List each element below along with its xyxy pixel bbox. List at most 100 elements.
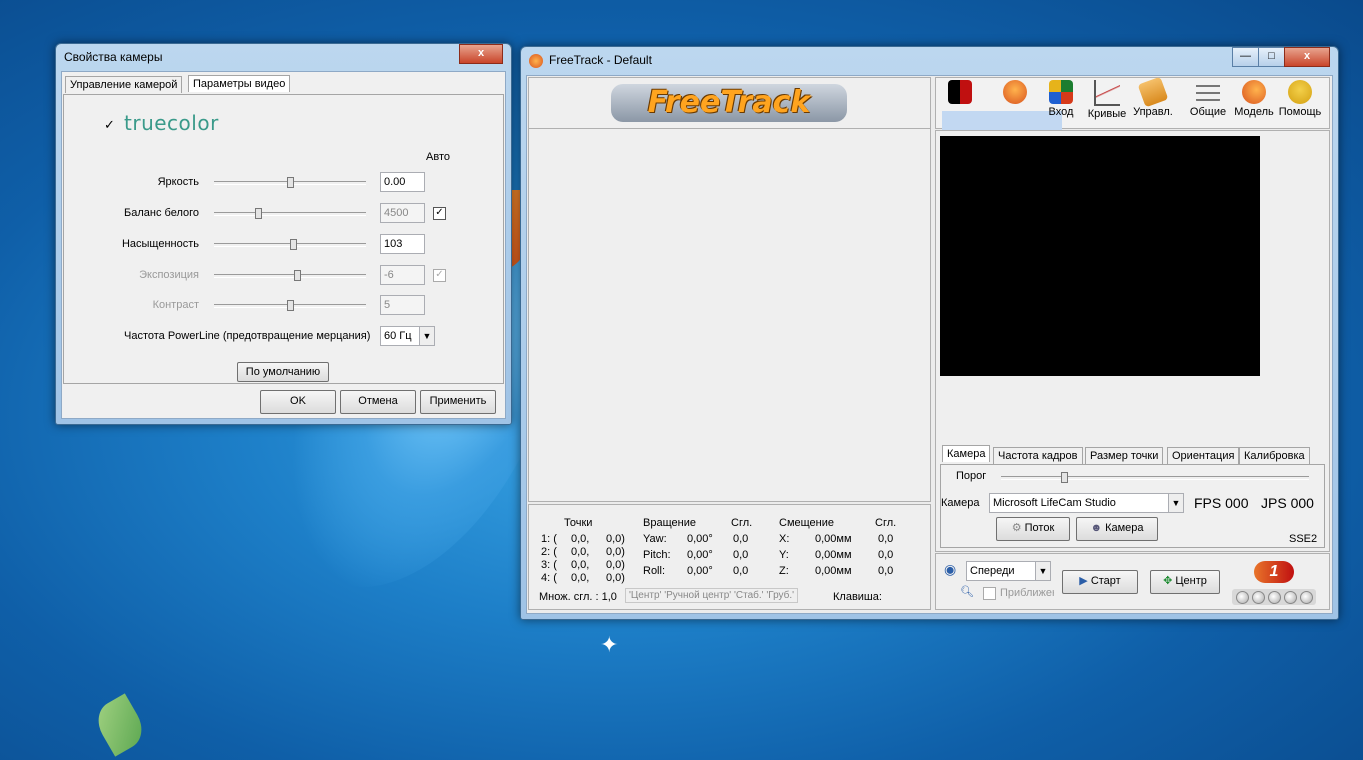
white-balance-slider[interactable] xyxy=(214,208,366,219)
tab-framerate[interactable]: Частота кадров xyxy=(993,447,1083,464)
camera-select-value: Microsoft LifeCam Studio xyxy=(993,497,1116,509)
freetrack-app-icon xyxy=(529,54,543,68)
x-smooth: 0,0 xyxy=(878,533,894,545)
z-smooth: 0,0 xyxy=(878,565,894,577)
rotation-header: Вращение xyxy=(643,517,696,529)
wallpaper-leaf xyxy=(90,693,150,757)
brightness-value[interactable]: 0.00 xyxy=(380,172,425,192)
freetrack-client: FreeTrack Точки Вращение Сгл. Смещение С… xyxy=(526,75,1333,614)
chevron-down-icon: ▼ xyxy=(419,327,434,345)
rotation-smooth-header: Сгл. xyxy=(731,517,753,529)
toolbar-control-button[interactable]: Управл. xyxy=(1131,76,1175,118)
exposure-slider-thumb[interactable] xyxy=(294,270,302,281)
exposure-value[interactable]: -6 xyxy=(380,265,425,285)
tracking-view xyxy=(528,128,931,502)
minimize-button[interactable]: — xyxy=(1232,47,1259,67)
fps-readout: FPS 000 xyxy=(1194,495,1249,511)
point-1-x: 0,0, xyxy=(571,533,590,545)
saturation-value[interactable]: 103 xyxy=(380,234,425,254)
head-icon xyxy=(1003,80,1027,104)
led-indicator xyxy=(1236,591,1249,604)
white-balance-auto-checkbox[interactable]: ✓ xyxy=(433,207,446,220)
toolbar-general-button[interactable]: Общие xyxy=(1186,80,1230,118)
tab-video-params[interactable]: Параметры видео xyxy=(188,75,291,92)
offset-smooth-header: Сгл. xyxy=(875,517,897,529)
toolbar-head-button[interactable] xyxy=(993,80,1037,106)
point-4-id: 4: ( xyxy=(541,572,557,584)
roll-label: Roll: xyxy=(643,565,666,577)
point-2-y: 0,0) xyxy=(606,546,625,558)
multiplier-label: Множ. сгл. : 1,0 xyxy=(539,591,617,603)
start-button[interactable]: ▶ Старт xyxy=(1062,570,1138,594)
threshold-slider-thumb[interactable] xyxy=(1061,472,1069,483)
zoom-checkbox[interactable] xyxy=(983,587,996,600)
toolbar-input-button[interactable]: Вход xyxy=(1039,80,1083,118)
center-button[interactable]: ✥ Центр xyxy=(1150,570,1220,594)
white-balance-value[interactable]: 4500 xyxy=(380,203,425,223)
white-balance-slider-thumb[interactable] xyxy=(254,208,262,219)
point-3-x: 0,0, xyxy=(571,559,590,571)
close-button[interactable]: x xyxy=(1284,47,1330,67)
eye-icon: ◉ xyxy=(944,561,957,577)
default-button[interactable]: По умолчанию xyxy=(237,362,329,382)
powerline-select-value: 60 Гц xyxy=(384,330,412,342)
toolbar-help-button[interactable]: Помощь xyxy=(1278,80,1322,118)
powerline-select[interactable]: 60 Гц ▼ xyxy=(380,326,435,346)
sliders-icon xyxy=(1196,80,1220,104)
stream-button[interactable]: ⚙ Поток xyxy=(996,517,1070,541)
contrast-slider-thumb[interactable] xyxy=(287,300,294,311)
curve-icon xyxy=(1094,80,1120,106)
toolbar-camera-button[interactable] xyxy=(938,80,982,106)
yaw-value: 0,00° xyxy=(687,533,713,545)
contrast-value[interactable]: 5 xyxy=(380,295,425,315)
saturation-label: Насыщенность xyxy=(121,238,199,250)
camera-icon xyxy=(948,80,972,104)
maximize-button[interactable]: □ xyxy=(1258,47,1285,67)
yaw-label: Yaw: xyxy=(643,533,667,545)
point-1-y: 0,0) xyxy=(606,533,625,545)
saturation-slider[interactable] xyxy=(214,239,366,250)
camera-settings-button[interactable]: ☻ Камера xyxy=(1076,517,1158,541)
z-label: Z: xyxy=(779,565,789,577)
tab-orientation[interactable]: Ориентация xyxy=(1167,447,1240,464)
close-button[interactable]: x xyxy=(459,44,503,64)
led-indicator xyxy=(1300,591,1313,604)
center-arrows-icon: ✥ xyxy=(1163,575,1173,587)
view-select[interactable]: Спереди ▼ xyxy=(966,561,1051,581)
view-select-value: Спереди xyxy=(970,565,1015,577)
camera-select[interactable]: Microsoft LifeCam Studio ▼ xyxy=(989,493,1184,513)
tab-camera[interactable]: Камера xyxy=(942,445,991,462)
exposure-slider[interactable] xyxy=(214,270,366,281)
brightness-slider-thumb[interactable] xyxy=(287,177,294,188)
wallpaper-flower-icon: ✦ xyxy=(600,632,619,657)
contrast-label: Контраст xyxy=(152,299,199,311)
tab-calibration[interactable]: Калибровка xyxy=(1239,447,1310,464)
toolbar-curves-button[interactable]: Кривые xyxy=(1085,80,1129,120)
y-label: Y: xyxy=(779,549,789,561)
exposure-auto-checkbox[interactable]: ✓ xyxy=(433,269,446,282)
toolbar-model-button[interactable]: Модель xyxy=(1232,80,1276,118)
point-3-y: 0,0) xyxy=(606,559,625,571)
apply-button[interactable]: Применить xyxy=(420,390,496,414)
pitch-label: Pitch: xyxy=(643,549,671,561)
saturation-slider-thumb[interactable] xyxy=(289,239,297,250)
x-value: 0,00мм xyxy=(815,533,852,545)
ok-button[interactable]: OK xyxy=(260,390,336,414)
cancel-button[interactable]: Отмена xyxy=(340,390,416,414)
led-indicator xyxy=(1252,591,1265,604)
toolbar: Вход Кривые Управл. Общие Модель Помощь xyxy=(935,76,1330,131)
roll-value: 0,00° xyxy=(687,565,713,577)
sse-label: SSE2 xyxy=(1289,533,1318,545)
contrast-slider[interactable] xyxy=(214,300,366,311)
zoom-label: Приближен xyxy=(1000,587,1054,599)
tab-camera-control[interactable]: Управление камерой xyxy=(65,76,183,93)
threshold-slider[interactable] xyxy=(1001,472,1309,483)
brightness-slider[interactable] xyxy=(214,177,366,188)
point-2-id: 2: ( xyxy=(541,546,557,558)
hotkeys-field[interactable]: 'Центр' 'Ручной центр' 'Стаб.' 'Груб.' xyxy=(625,588,799,603)
truecolor-checkbox[interactable]: ✓ xyxy=(104,118,115,131)
led-indicator xyxy=(1268,591,1281,604)
led-indicator xyxy=(1284,591,1297,604)
tab-point-size[interactable]: Размер точки xyxy=(1085,447,1164,464)
arrows-icon xyxy=(1049,80,1073,104)
